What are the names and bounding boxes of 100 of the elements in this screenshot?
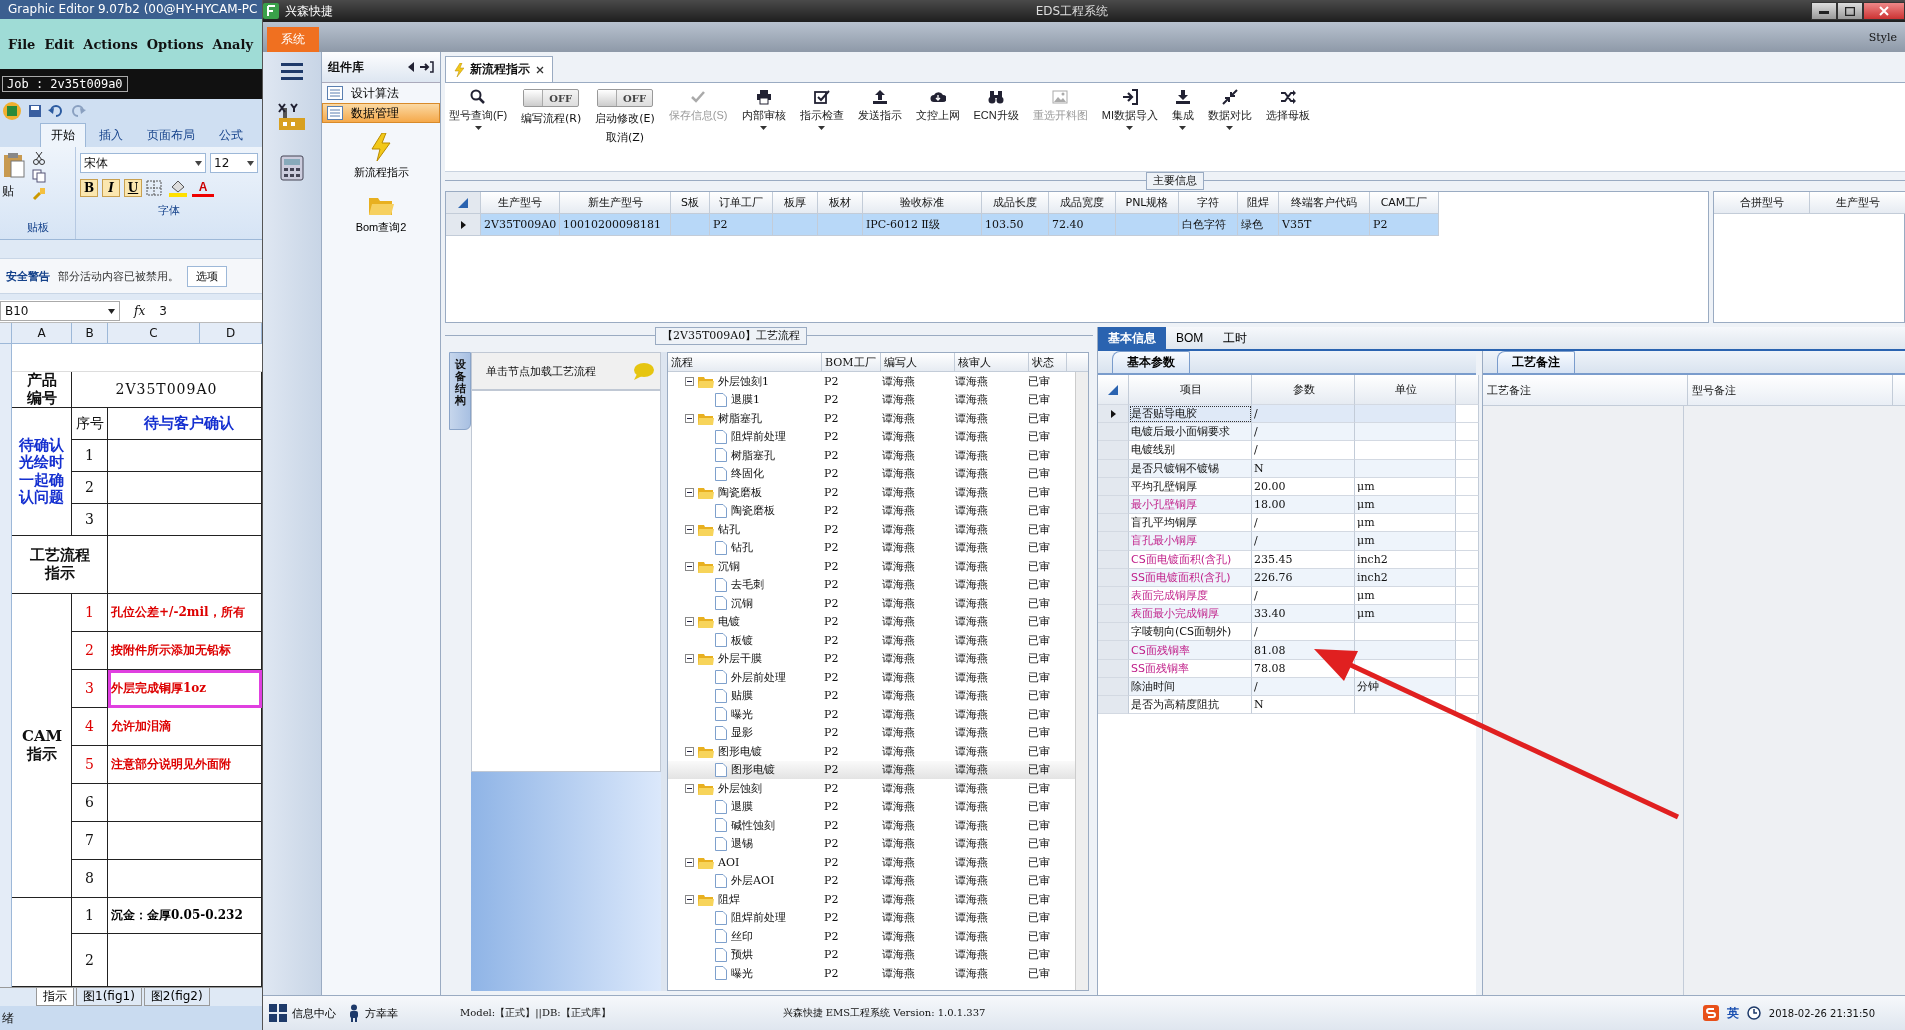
collapse-icon[interactable] [685,376,694,386]
collapse-icon[interactable] [685,783,694,793]
minimize-button[interactable] [1811,2,1837,20]
collapse-icon[interactable] [685,561,694,571]
collapse-icon[interactable] [685,894,694,904]
tool-button[interactable]: Bom查询2 [355,194,407,235]
tab[interactable]: 工时 [1213,327,1258,349]
table-row[interactable]: 盲孔最小铜厚 / μm [1098,532,1476,551]
tab[interactable]: 基本参数 [1112,351,1190,373]
tree-row[interactable]: 沉铜 P2 谭海燕 谭海燕 已审 [668,557,1075,576]
tree-row[interactable]: AOI P2 谭海燕 谭海燕 已审 [668,853,1075,872]
tool-button[interactable]: 新流程指示 [353,133,409,180]
sheet-tab[interactable]: 图2(fig2) [143,988,210,1006]
menu-item[interactable]: File [8,36,36,52]
toolbar-button[interactable]: 内部审核 [741,89,786,130]
collapse-icon[interactable] [685,524,694,534]
collapse-icon[interactable] [685,413,694,423]
ribbon-tab[interactable]: 插入 [88,123,134,147]
format-button[interactable]: B [80,179,98,197]
ribbon-tab[interactable]: 公式 [208,123,254,147]
table-row[interactable]: CS面电镀面积(含孔) 235.45 inch2 [1098,550,1476,569]
tab[interactable]: 基本信息 [1098,327,1166,349]
options-button[interactable]: 选项 [187,265,227,287]
toolbar-button[interactable]: 数据对比 [1207,89,1252,130]
menu-item[interactable]: Options [146,36,204,52]
table-row[interactable]: SS面电镀面积(含孔) 226.76 inch2 [1098,568,1476,587]
tab[interactable]: 工艺备注 [1497,351,1575,373]
toggle-switch[interactable]: OFF [597,89,654,107]
menu-item[interactable]: Edit [44,36,75,52]
format-button[interactable]: I [102,179,120,197]
tree-row[interactable]: 阻焊前处理 P2 谭海燕 谭海燕 已审 [668,908,1075,927]
panel-item[interactable]: 数据管理 [322,103,440,123]
tree-row[interactable]: 显影 P2 谭海燕 谭海燕 已审 [668,723,1075,742]
collapse-icon[interactable] [685,857,694,867]
table-row[interactable]: 平均孔壁铜厚 20.00 μm [1098,477,1476,496]
table-row[interactable]: CS面残铜率 81.08 [1098,641,1476,660]
tree-row[interactable]: 钻孔 P2 谭海燕 谭海燕 已审 [668,538,1075,557]
tab[interactable]: BOM [1166,327,1214,349]
table-row[interactable]: 电镀后最小面铜要求 / [1098,423,1476,442]
tree-row[interactable]: 板镀 P2 谭海燕 谭海燕 已审 [668,631,1075,650]
sheet-tab[interactable]: 指示 [36,988,74,1006]
table-row[interactable]: 表面最小完成铜厚 33.40 μm [1098,605,1476,624]
collapse-icon[interactable] [685,617,694,627]
toolbar-button[interactable]: 发送指示 [857,89,902,123]
tree-row[interactable]: 曝光 P2 谭海燕 谭海燕 已审 [668,705,1075,724]
tree-row[interactable]: 电镀 P2 谭海燕 谭海燕 已审 [668,612,1075,631]
tree-row[interactable]: 树脂塞孔 P2 谭海燕 谭海燕 已审 [668,409,1075,428]
menu-item[interactable]: Analy [212,36,253,52]
toolbar-button[interactable]: 文控上网 [915,89,960,123]
table-row[interactable]: 是否贴导电胶 / [1098,405,1476,424]
tree-row[interactable]: 终固化 P2 谭海燕 谭海燕 已审 [668,464,1075,483]
toolbar-button[interactable]: MI数据导入 [1101,89,1158,130]
factory-button[interactable] [277,102,307,132]
toolbar-button[interactable]: 指示检查 [799,89,844,130]
ribbon-tab[interactable]: 开始 [40,123,86,147]
font-color-button[interactable]: A [192,179,214,197]
tree-row[interactable]: 外层干膜 P2 谭海燕 谭海燕 已审 [668,649,1075,668]
tree-row[interactable]: 陶瓷磨板 P2 谭海燕 谭海燕 已审 [668,483,1075,502]
format-button[interactable]: U [124,179,142,197]
toolbar-button[interactable]: 型号查询(F) [449,89,508,130]
tree-row[interactable]: 外层前处理 P2 谭海燕 谭海燕 已审 [668,668,1075,687]
toolbar-button[interactable]: ECN升级 [973,89,1019,123]
ribbon-tab[interactable]: 页面布局 [136,123,206,147]
table-row[interactable]: 最小孔壁铜厚 18.00 μm [1098,495,1476,515]
menu-item[interactable]: Actions [83,36,138,52]
collapse-icon[interactable] [685,654,694,664]
panel-item[interactable]: 设计算法 [322,83,440,103]
tree-row[interactable]: 预烘 P2 谭海燕 谭海燕 已审 [668,945,1075,964]
tree-row[interactable]: 图形电镀 P2 谭海燕 谭海燕 已审 [668,760,1075,779]
side-tab[interactable]: 设备结构 [449,352,471,430]
font-name-field[interactable]: 宋体 [80,153,206,173]
tree-row[interactable]: 曝光 P2 谭海燕 谭海燕 已审 [668,964,1075,983]
toggle-switch[interactable]: OFF [523,89,580,107]
table-row[interactable]: 电镀线别 / [1098,441,1476,460]
sheet-tab[interactable]: 图1(fig1) [76,988,142,1006]
toolbar-button[interactable]: 集成 [1171,89,1194,130]
collapse-icon[interactable] [685,487,694,497]
maximize-button[interactable] [1837,2,1863,20]
status-item[interactable]: 方幸幸 [348,1004,398,1022]
tree-row[interactable]: 阻焊前处理 P2 谭海燕 谭海燕 已审 [668,427,1075,446]
table-row[interactable]: 2V35T009A0 10010200098181 P2 IPC-6012 Ⅱ级 103.50 72.40 白色字符 绿色 V35T P2 [446,214,1708,236]
tree-row[interactable]: 树脂塞孔 P2 谭海燕 谭海燕 已审 [668,446,1075,465]
tree-row[interactable]: 去毛刺 P2 谭海燕 谭海燕 已审 [668,575,1075,594]
close-button[interactable] [1863,2,1905,20]
tree-row[interactable]: 丝印 P2 谭海燕 谭海燕 已审 [668,927,1075,946]
menu-button[interactable] [281,62,303,80]
tree-row[interactable]: 退膜1 P2 谭海燕 谭海燕 已审 [668,390,1075,409]
tree-row[interactable]: 碱性蚀刻 P2 谭海燕 谭海燕 已审 [668,816,1075,835]
tree-row[interactable]: 沉铜 P2 谭海燕 谭海燕 已审 [668,594,1075,613]
tree-row[interactable]: 钻孔 P2 谭海燕 谭海燕 已审 [668,520,1075,539]
table-row[interactable]: 除油时间 / 分钟 [1098,677,1476,696]
tree-row[interactable]: 外层AOI P2 谭海燕 谭海燕 已审 [668,871,1075,890]
tree-row[interactable]: 退锡 P2 谭海燕 谭海燕 已审 [668,834,1075,853]
tree-row[interactable]: 外层蚀刻 P2 谭海燕 谭海燕 已审 [668,779,1075,798]
tree-row[interactable]: 阻焊 P2 谭海燕 谭海燕 已审 [668,890,1075,909]
table-row[interactable]: 是否只镀铜不镀锡 N [1098,459,1476,478]
status-item[interactable]: 信息中心 [269,1004,336,1022]
name-box[interactable]: B10 [0,301,120,321]
font-size-field[interactable]: 12 [210,153,258,173]
collapse-icon[interactable] [685,746,694,756]
